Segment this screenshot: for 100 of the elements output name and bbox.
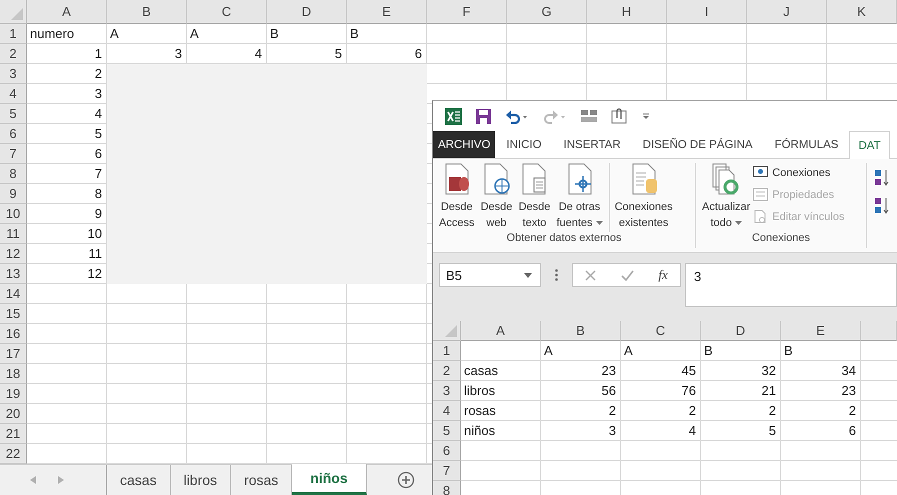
row-header[interactable]: 2 [0,44,27,64]
table-cell-text: 4 [688,422,697,440]
column-header[interactable]: A [461,321,541,341]
ribbon-tab[interactable]: DISEÑO DE PÁGINA [632,131,764,158]
column-header[interactable]: E [781,321,861,341]
row-header[interactable]: 3 [433,381,461,401]
sheet-tab[interactable]: casas [107,465,171,495]
table-cell-text: libros [463,382,496,400]
table-cell-text: 10 [86,225,103,243]
row-header[interactable]: 22 [0,444,27,464]
save-icon[interactable] [476,108,491,124]
table-cell-text: 23 [600,362,617,380]
row-header[interactable]: 3 [0,64,27,84]
row-header[interactable]: 15 [0,304,27,324]
column-header[interactable]: J [747,0,827,24]
row-header[interactable]: 20 [0,404,27,424]
row-header[interactable]: 13 [0,264,27,284]
table-cell-text: A [623,342,634,360]
refresh-button[interactable]: Actualizar todo [699,163,754,232]
row-header[interactable]: 1 [433,341,461,361]
row-header[interactable]: 21 [0,424,27,444]
row-header[interactable]: 16 [0,324,27,344]
add-sheet-icon[interactable] [396,471,415,489]
table-cell-text: 12 [86,265,103,283]
customize-icon[interactable] [642,111,650,121]
table-cell-text: 5 [94,125,103,143]
row-header[interactable]: 4 [0,84,27,104]
row-header[interactable]: 14 [0,284,27,304]
table-cell-text: A [109,25,120,43]
row-header[interactable]: 7 [0,144,27,164]
ribbon-button[interactable]: Conexiones [753,163,844,182]
name-box[interactable]: B5 [439,263,541,287]
undo-icon[interactable] [505,108,529,124]
formula-field[interactable]: 3 [685,263,897,307]
ribbon-button[interactable]: Desde Access [436,163,478,232]
column-header[interactable]: E [347,0,427,24]
sheet-tab[interactable]: libros [170,465,232,495]
row-header[interactable]: 6 [0,124,27,144]
column-header[interactable]: C [621,321,701,341]
row-header[interactable]: 18 [0,364,27,384]
column-header[interactable]: D [267,0,347,24]
table-cell-text: 56 [600,382,617,400]
column-header[interactable]: B [107,0,187,24]
layout-icon[interactable] [581,110,597,122]
ribbon-button[interactable]: Desde texto [515,163,554,232]
column-header[interactable]: H [587,0,667,24]
column-header[interactable]: A [27,0,107,24]
ribbon-tab[interactable]: FÓRMULAS [764,131,850,158]
ribbon-tab[interactable]: ARCHIVO [433,131,496,158]
link-document-icon [753,210,768,223]
dropdown-icon[interactable] [524,272,532,278]
row-header[interactable]: 19 [0,384,27,404]
attachment-icon[interactable] [611,108,628,124]
row-header[interactable]: 8 [0,164,27,184]
column-header[interactable]: G [507,0,587,24]
enter-icon[interactable] [620,270,634,280]
table-cell-text: 2 [848,402,857,420]
column-header[interactable]: I [667,0,747,24]
row-header[interactable]: 11 [0,224,27,244]
table-cell-text: 76 [680,382,697,400]
row-header[interactable]: 4 [433,401,461,421]
row-header[interactable]: 2 [433,361,461,381]
cancel-icon[interactable] [585,270,596,280]
column-header[interactable]: C [187,0,267,24]
column-header[interactable]: K [827,0,897,24]
group-label: Obtener datos externos [506,232,622,246]
row-header[interactable]: 6 [433,441,461,461]
more-icon[interactable] [555,269,558,281]
row-header[interactable]: 8 [433,481,461,495]
row-header[interactable]: 12 [0,244,27,264]
ribbon-button[interactable]: De otras fuentes [553,163,606,232]
table-cell-text: A [189,25,200,43]
ribbon-button[interactable]: Desde web [477,163,516,232]
table-cell-text: B [349,25,360,43]
sort-descending-icon[interactable] [875,197,889,215]
column-header[interactable]: F [427,0,507,24]
spreadsheet-app-icon[interactable] [445,108,462,124]
row-header[interactable]: 1 [0,24,27,44]
row-header[interactable]: 10 [0,204,27,224]
row-header[interactable]: 5 [433,421,461,441]
sort-ascending-icon[interactable] [875,169,889,187]
row-header[interactable]: 9 [0,184,27,204]
column-header[interactable]: B [541,321,621,341]
row-header[interactable]: 7 [433,461,461,481]
table-cell-text: 23 [840,382,857,400]
ribbon-tab[interactable]: DAT [849,131,890,159]
table-cell-text: A [543,342,554,360]
caret-icon [734,221,742,225]
table-cell-text: 4 [254,45,263,63]
table-cell-text: 2 [608,402,617,420]
table-cell-text: 2 [94,65,103,83]
ribbon-button[interactable]: Conexiones existentes [608,163,676,232]
sheet-tab[interactable]: niños [292,464,367,495]
ribbon-tab[interactable]: INSERTAR [552,131,632,158]
row-header[interactable]: 17 [0,344,27,364]
column-header[interactable]: D [701,321,781,341]
row-header[interactable]: 5 [0,104,27,124]
table-cell-text: niños [463,422,496,440]
ribbon-tab[interactable]: INICIO [495,131,553,158]
insert-function-button[interactable]: fx [658,267,668,283]
